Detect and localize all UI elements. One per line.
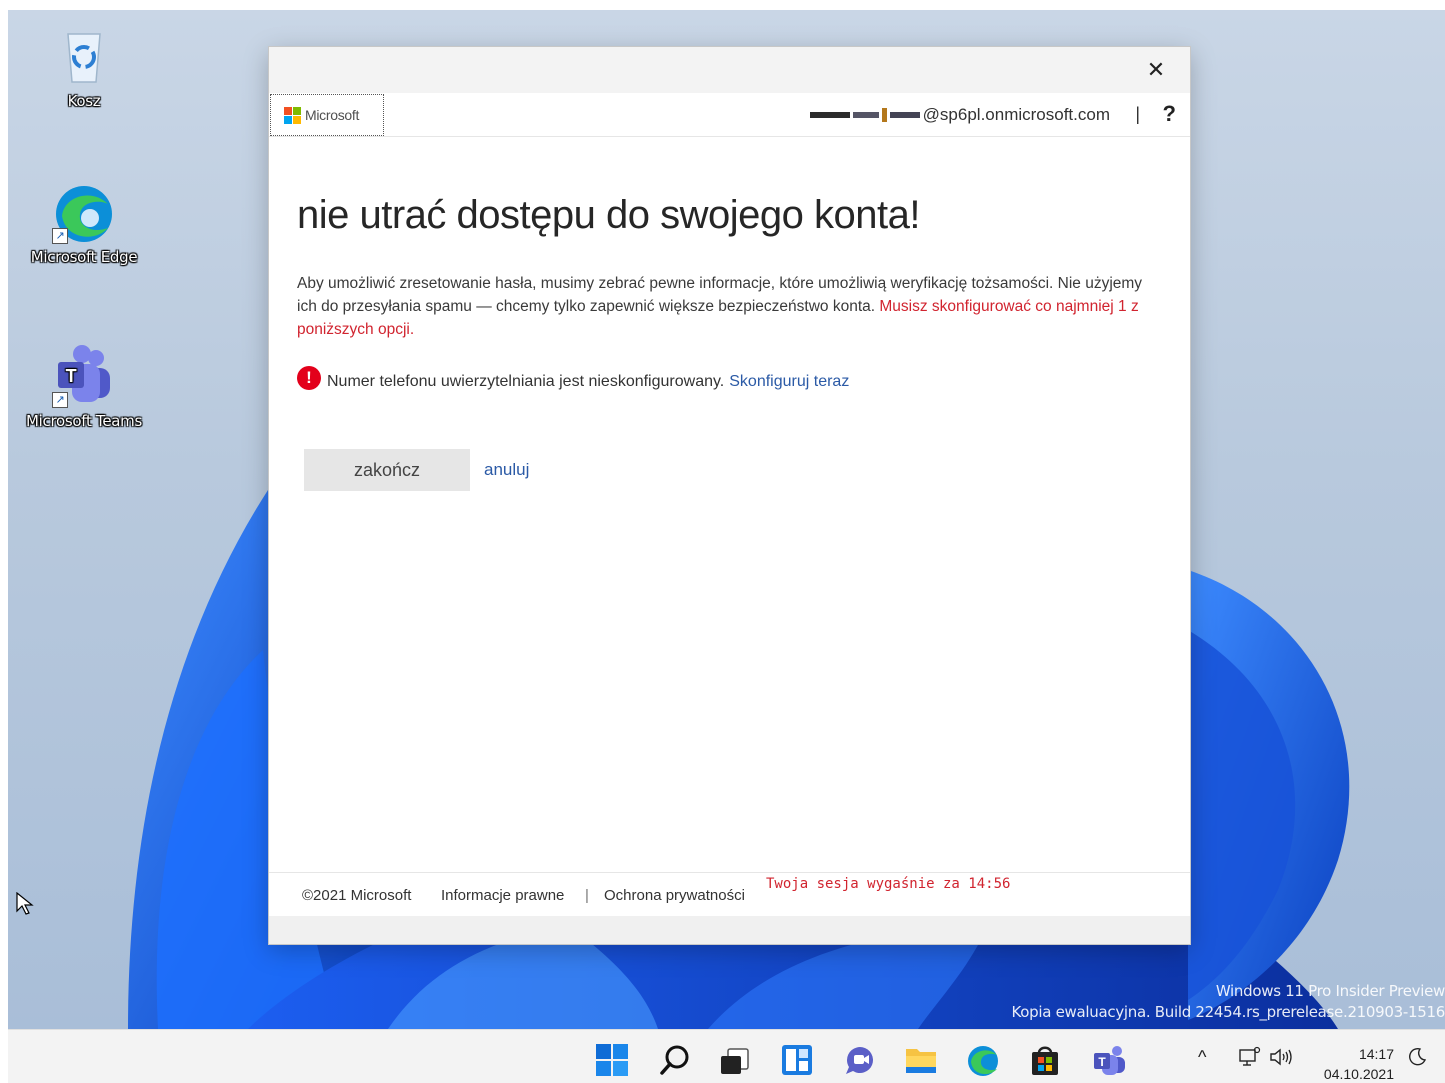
start-icon[interactable] (595, 1043, 629, 1077)
microsoft-logo-text: Microsoft (305, 107, 360, 123)
shortcut-arrow-icon: ↗ (52, 228, 68, 244)
description: Aby umożliwić zresetowanie hasła, musimy… (297, 272, 1162, 341)
show-hidden-icons-chevron[interactable]: ^ (1198, 1030, 1206, 1083)
teams-icon[interactable]: T (1092, 1043, 1126, 1077)
shortcut-arrow-icon: ↗ (52, 392, 68, 408)
mouse-cursor-icon (16, 892, 34, 915)
copyright: ©2021 Microsoft (302, 887, 412, 904)
desktop-icon-label: Kosz (67, 92, 101, 110)
redacted-block (881, 108, 887, 122)
desktop-icon-edge[interactable]: ↗ Microsoft Edge (19, 180, 149, 266)
windows-watermark-line2: Kopia ewaluacyjna. Build 22454.rs_prerel… (1011, 1003, 1445, 1021)
svg-text:T: T (1098, 1055, 1106, 1069)
redacted-block (852, 112, 879, 118)
desktop-icon-recycle-bin[interactable]: Kosz (19, 24, 149, 110)
recycle-bin-icon (52, 24, 116, 88)
network-icon[interactable] (1237, 1030, 1261, 1083)
teams-icon: T ↗ (52, 344, 116, 408)
finish-button[interactable]: zakończ (304, 449, 470, 491)
microsoft-header: Microsoft @sp6pl.onmicrosoft.com | ? (269, 93, 1190, 137)
microsoft-logo-icon (284, 106, 301, 124)
task-view-icon[interactable] (718, 1043, 752, 1077)
taskbar-clock[interactable]: 14:17 04.10.2021 (1318, 1044, 1394, 1083)
help-icon[interactable]: ? (1163, 101, 1176, 127)
widgets-icon[interactable] (780, 1043, 814, 1077)
clock-date: 04.10.2021 (1323, 1066, 1394, 1082)
sspr-registration-window: ✕ Microsoft @sp6pl.onmicrosoft.com | ? n… (269, 47, 1190, 944)
desktop-icon-teams[interactable]: T ↗ Microsoft Teams (19, 344, 149, 430)
phone-status-text: Numer telefonu uwierzytelniania jest nie… (327, 373, 725, 390)
edge-icon: ↗ (52, 180, 116, 244)
file-explorer-icon[interactable] (904, 1043, 938, 1077)
chat-icon[interactable] (843, 1043, 877, 1077)
redacted-block (889, 112, 920, 118)
clock-time: 14:17 (1358, 1046, 1394, 1062)
taskbar: T ^ 14:17 04.10.2021 (8, 1029, 1445, 1083)
store-icon[interactable] (1028, 1043, 1062, 1077)
microsoft-logo-link[interactable]: Microsoft (270, 94, 384, 136)
windows-watermark-line1: Windows 11 Pro Insider Preview (1215, 982, 1445, 1000)
edge-icon[interactable] (966, 1043, 1000, 1077)
svg-text:T: T (66, 366, 77, 386)
page-footer: ©2021 Microsoft Informacje prawne | Ochr… (269, 872, 1190, 916)
desktop-icon-label: Microsoft Teams (26, 412, 142, 430)
session-timer: Twoja sesja wygaśnie za 14:56 (766, 876, 1011, 892)
close-icon[interactable]: ✕ (1142, 57, 1170, 85)
search-icon[interactable] (658, 1043, 692, 1077)
desktop-icon-label: Microsoft Edge (30, 248, 138, 266)
account-email: @sp6pl.onmicrosoft.com (922, 105, 1110, 124)
cancel-link[interactable]: anuluj (484, 460, 529, 480)
window-bottom-strip (269, 916, 1190, 944)
window-titlebar: ✕ (269, 47, 1190, 93)
account-name: @sp6pl.onmicrosoft.com (809, 105, 1110, 125)
alert-icon: ! (297, 366, 321, 390)
action-row: zakończ anuluj (304, 449, 1162, 491)
page-title: nie utrać dostępu do swojego konta! (297, 193, 920, 237)
redacted-block (809, 112, 850, 118)
main-content: nie utrać dostępu do swojego konta! Aby … (269, 193, 1190, 491)
footer-divider: | (585, 887, 589, 904)
legal-link[interactable]: Informacje prawne (441, 887, 564, 904)
notifications-icon[interactable] (1406, 1030, 1428, 1083)
volume-icon[interactable] (1268, 1030, 1294, 1083)
privacy-link[interactable]: Ochrona prywatności (604, 887, 745, 904)
phone-status-row: ! Numer telefonu uwierzytelniania jest n… (297, 366, 1162, 391)
configure-now-link[interactable]: Skonfiguruj teraz (729, 373, 849, 391)
header-separator: | (1135, 104, 1140, 124)
